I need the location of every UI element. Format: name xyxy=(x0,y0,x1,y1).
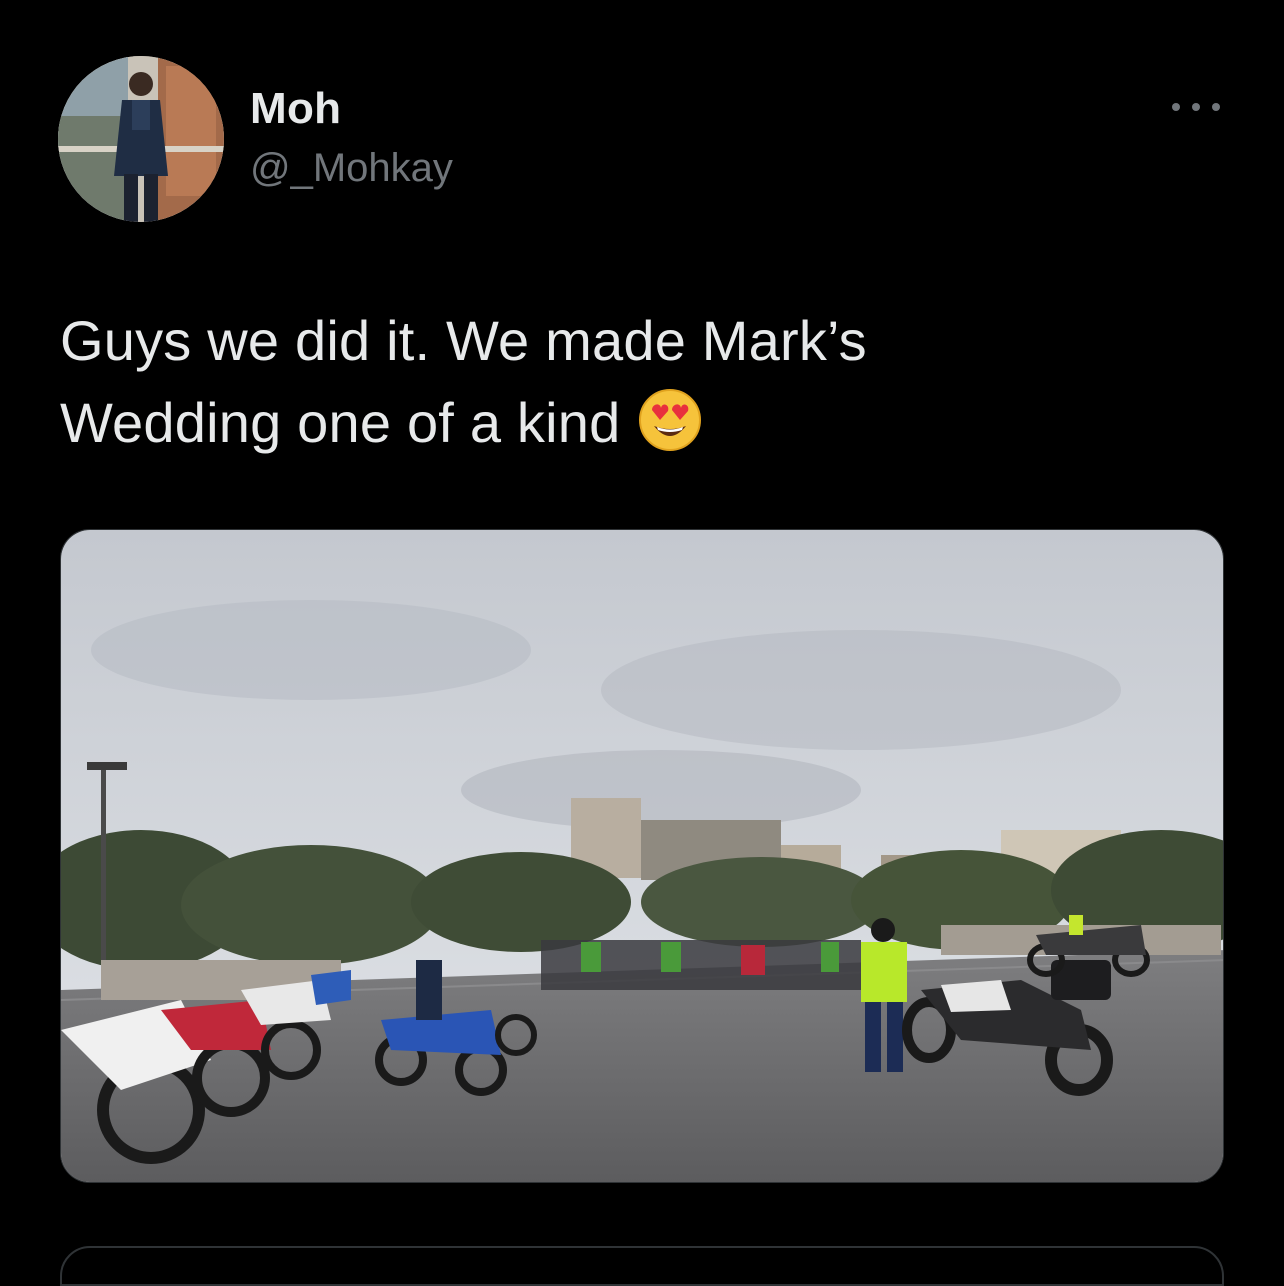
more-horizontal-icon-dot xyxy=(1212,103,1220,111)
photo-motorcycles-icon xyxy=(61,530,1223,1182)
profile-photo-icon xyxy=(58,56,224,222)
author-handle[interactable]: @_Mohkay xyxy=(250,146,453,191)
author-avatar[interactable] xyxy=(58,56,224,222)
tweet-text-line-2-wrap: Wedding one of a kind xyxy=(60,382,1220,474)
more-horizontal-icon xyxy=(1172,103,1180,111)
heart-eyes-emoji-icon xyxy=(638,388,702,474)
quoted-card-edge xyxy=(60,1246,1224,1286)
more-horizontal-icon-dot xyxy=(1192,103,1200,111)
tweet-text-line-2: Wedding one of a kind xyxy=(60,391,621,454)
author-display-name[interactable]: Moh xyxy=(250,84,341,134)
tweet-text: Guys we did it. We made Mark’s Wedding o… xyxy=(60,300,1220,474)
tweet-media-photo[interactable] xyxy=(60,529,1224,1183)
more-options-button[interactable] xyxy=(1172,92,1220,122)
tweet-text-line-1: Guys we did it. We made Mark’s xyxy=(60,309,867,372)
